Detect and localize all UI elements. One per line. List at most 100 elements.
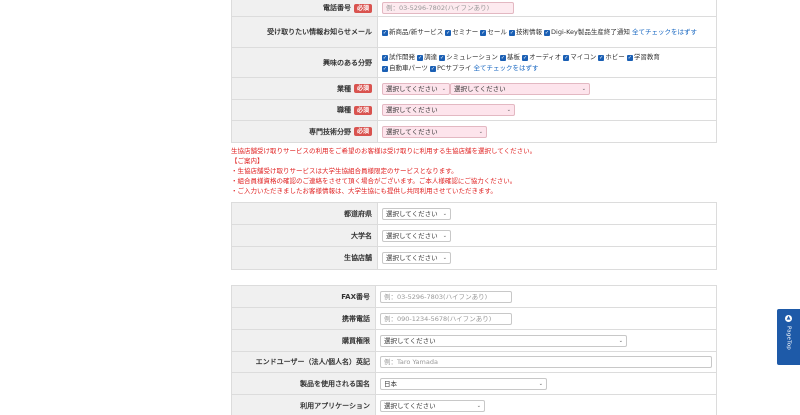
- country-label: 製品を使用される国名: [300, 379, 370, 388]
- university-select[interactable]: 選択してください ⌄: [382, 229, 451, 242]
- end-user-label-cell: エンドユーザー（法人/個人名）英記: [231, 351, 376, 373]
- newsletter-label-cell: 受け取りたい情報お知らせメール: [231, 16, 378, 48]
- interest-option[interactable]: ✓ ホビー: [598, 53, 625, 61]
- prefecture-row: 都道府県 選択してください ⌄: [231, 202, 717, 225]
- end-user-label: エンドユーザー（法人/個人名）英記: [255, 358, 370, 366]
- checkbox-checked-icon[interactable]: ✓: [508, 30, 515, 36]
- country-label-cell: 製品を使用される国名: [231, 372, 376, 395]
- purchase-authority-label: 購買権限: [342, 336, 370, 345]
- chevron-down-icon: ⌄: [506, 107, 511, 113]
- interest-option[interactable]: ✓ 自動車パーツ: [382, 64, 428, 72]
- mobile-input[interactable]: 例：090-1234-5678(ハイフンあり): [380, 312, 512, 325]
- interest-option[interactable]: ✓ マイコン: [563, 53, 596, 61]
- newsletter-option[interactable]: ✓ セール: [480, 28, 507, 36]
- checkbox-checked-icon[interactable]: ✓: [382, 55, 388, 61]
- purchase-authority-label-cell: 購買権限: [231, 329, 376, 352]
- mobile-label: 携帯電話: [342, 314, 370, 323]
- checkbox-checked-icon[interactable]: ✓: [522, 55, 529, 61]
- required-badge: 必須: [353, 127, 372, 136]
- application-select[interactable]: 選択してください ⌄: [380, 399, 485, 412]
- interest-option[interactable]: ✓ PCサプライ: [429, 64, 471, 72]
- country-select[interactable]: 日本 ⌄: [380, 377, 547, 390]
- checkbox-checked-icon[interactable]: ✓: [382, 30, 388, 36]
- checkbox-checked-icon[interactable]: ✓: [417, 55, 424, 61]
- newsletter-label: 受け取りたい情報お知らせメール: [267, 28, 372, 36]
- newsletter-uncheck-all-link[interactable]: 全てチェックをはずす: [632, 28, 697, 36]
- checkbox-checked-icon[interactable]: ✓: [445, 30, 452, 36]
- newsletter-options: ✓ 新商品/新サービス ✓ セミナー ✓ セール ✓ 技術情報 ✓ Digi-Key製品生…: [382, 27, 712, 38]
- interest-option[interactable]: ✓ 基板: [499, 53, 520, 61]
- industry-select-secondary[interactable]: 選択してください ⌄: [450, 82, 590, 95]
- prefecture-select[interactable]: 選択してください ⌄: [382, 207, 451, 220]
- phone-input[interactable]: 例：03-5296-7802(ハイフンあり): [382, 2, 514, 14]
- end-user-input[interactable]: 例：Taro Yamada: [380, 356, 712, 368]
- checkbox-checked-icon[interactable]: ✓: [563, 55, 570, 61]
- tech-field-select[interactable]: 選択してください ⌄: [382, 125, 487, 138]
- interests-label: 興味のある分野: [323, 58, 372, 67]
- checkbox-checked-icon[interactable]: ✓: [499, 55, 506, 61]
- end-user-row: エンドユーザー（法人/個人名）英記 例：Taro Yamada: [231, 351, 717, 373]
- phone-label-cell: 電話番号 必須: [231, 0, 378, 17]
- newsletter-option[interactable]: ✓ 新商品/新サービス: [382, 28, 443, 36]
- page-top-button[interactable]: ▲ PageTop: [777, 309, 800, 365]
- university-row: 大学名 選択してください ⌄: [231, 224, 717, 247]
- store-label-cell: 生協店舗: [231, 246, 378, 270]
- chevron-down-icon: ⌄: [442, 232, 447, 239]
- coop-notice-line: ・組合員様資格の確認のご連絡をさせて頂く場合がございます。ご本人様確認にご協力く…: [231, 177, 517, 185]
- country-row: 製品を使用される国名 日本 ⌄: [231, 372, 717, 395]
- interests-row: 興味のある分野 ✓ 試作開発 ✓ 調達 ✓ シミュレーション ✓ 基板 ✓ オーディオ ✓…: [231, 47, 717, 78]
- store-label: 生協店舗: [344, 254, 372, 262]
- interest-option[interactable]: ✓ 調達: [417, 53, 437, 61]
- interests-uncheck-all-link[interactable]: 全てチェックをはずす: [474, 64, 539, 72]
- fax-label-cell: FAX番号: [231, 285, 376, 308]
- store-row: 生協店舗 選択してください ⌄: [231, 246, 717, 270]
- application-label-cell: 利用アプリケーション: [231, 394, 376, 415]
- chevron-down-icon: ⌄: [618, 337, 623, 344]
- coop-notice: 生協店舗受け取りサービスの利用をご希望のお客様は受け取りに利用する生協店舗を選択…: [231, 146, 536, 196]
- application-row: 利用アプリケーション 選択してください ⌄: [231, 394, 717, 415]
- checkbox-checked-icon[interactable]: ✓: [429, 66, 436, 72]
- job-label: 職種: [336, 106, 351, 114]
- checkbox-checked-icon[interactable]: ✓: [382, 66, 388, 72]
- checkbox-checked-icon[interactable]: ✓: [439, 55, 446, 61]
- tech-field-label: 専門技術分野: [308, 127, 351, 136]
- newsletter-option[interactable]: ✓ Digi-Key製品生産終了通知: [544, 28, 630, 36]
- newsletter-option[interactable]: ✓ 技術情報: [508, 28, 542, 36]
- chevron-down-icon: ⌄: [478, 128, 483, 135]
- fax-input[interactable]: 例：03-5296-7803(ハイフンあり): [380, 290, 512, 303]
- interest-option[interactable]: ✓ オーディオ: [522, 53, 561, 61]
- industry-label-cell: 業種 必須: [231, 77, 378, 100]
- chevron-down-icon: ⌄: [476, 402, 481, 409]
- required-badge: 必須: [353, 84, 372, 93]
- coop-notice-line: ・生協店舗受け取りサービスは大学生協組合員様限定のサービスとなります。: [231, 167, 458, 175]
- university-label-cell: 大学名: [231, 224, 378, 247]
- job-select[interactable]: 選択してください ⌄: [382, 104, 515, 116]
- application-label: 利用アプリケーション: [300, 401, 370, 410]
- checkbox-checked-icon[interactable]: ✓: [480, 30, 487, 36]
- industry-row: 業種 必須 選択してください ⌄ 選択してください ⌄: [231, 77, 717, 100]
- university-label: 大学名: [351, 231, 372, 240]
- interests-options: ✓ 試作開発 ✓ 調達 ✓ シミュレーション ✓ 基板 ✓ オーディオ ✓ マイコン ✓ ホビ…: [382, 52, 712, 74]
- checkbox-checked-icon[interactable]: ✓: [598, 55, 605, 61]
- optional-info-form: FAX番号 例：03-5296-7803(ハイフンあり) 携帯電話 例：090-…: [231, 285, 717, 415]
- interest-option[interactable]: ✓ シミュレーション: [439, 53, 498, 61]
- mobile-label-cell: 携帯電話: [231, 307, 376, 330]
- mobile-row: 携帯電話 例：090-1234-5678(ハイフンあり): [231, 307, 717, 330]
- required-badge: 必須: [353, 3, 372, 13]
- purchase-authority-row: 購買権限 選択してください ⌄: [231, 329, 717, 352]
- checkbox-checked-icon[interactable]: ✓: [626, 55, 633, 61]
- tech-field-row: 専門技術分野 必須 選択してください ⌄: [231, 120, 717, 143]
- tech-field-label-cell: 専門技術分野 必須: [231, 120, 378, 143]
- purchase-authority-select[interactable]: 選択してください ⌄: [380, 334, 627, 347]
- interest-option[interactable]: ✓ 学習教育: [626, 53, 660, 61]
- registration-form-top: 電話番号 必須 例：03-5296-7802(ハイフンあり) 受け取りたい情報お知…: [231, 0, 717, 143]
- newsletter-option[interactable]: ✓ セミナー: [445, 28, 478, 36]
- interest-option[interactable]: ✓ 試作開発: [382, 53, 415, 61]
- store-select[interactable]: 選択してください ⌄: [382, 252, 451, 264]
- checkbox-checked-icon[interactable]: ✓: [544, 30, 551, 36]
- interests-label-cell: 興味のある分野: [231, 47, 378, 78]
- industry-select-primary[interactable]: 選択してください ⌄: [382, 82, 450, 95]
- page-top-label: PageTop: [785, 326, 792, 350]
- industry-label: 業種: [336, 84, 351, 93]
- chevron-down-icon: ⌄: [442, 210, 447, 217]
